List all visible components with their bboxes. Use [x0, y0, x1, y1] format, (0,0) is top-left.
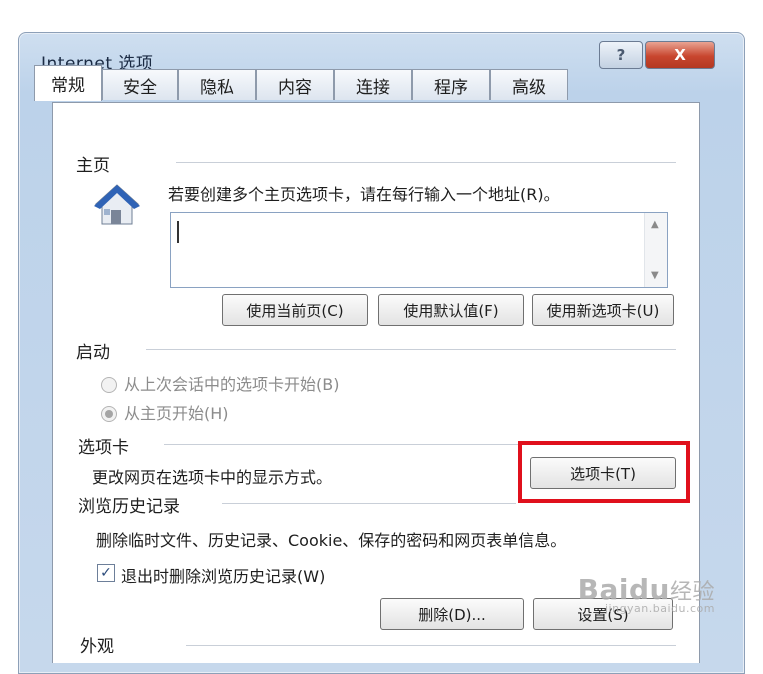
text-caret: [177, 221, 179, 243]
history-group-label: 浏览历史记录: [78, 497, 180, 517]
start-homepage-radio[interactable]: [101, 406, 117, 422]
tabs-group-label: 选项卡: [78, 438, 129, 458]
appearance-divider: [186, 645, 676, 646]
house-icon: [94, 184, 140, 225]
textarea-scrollbar[interactable]: ▲ ▼: [644, 213, 667, 287]
tab-connections[interactable]: 连接: [334, 69, 412, 100]
history-divider: [222, 503, 516, 504]
delete-on-exit-checkbox[interactable]: ✓: [97, 564, 115, 582]
tab-content[interactable]: 内容: [256, 69, 334, 100]
tab-programs[interactable]: 程序: [412, 69, 490, 100]
close-button[interactable]: X: [645, 41, 715, 69]
tab-advanced[interactable]: 高级: [490, 69, 568, 100]
baidu-watermark: Baidu经验 jingyan.baidu.com: [578, 573, 715, 615]
tab-privacy[interactable]: 隐私: [178, 69, 256, 100]
use-default-button[interactable]: 使用默认值(F): [378, 294, 524, 326]
homepage-address-input[interactable]: ▲ ▼: [170, 212, 668, 288]
delete-history-button[interactable]: 删除(D)...: [380, 598, 524, 630]
homepage-instruction: 若要创建多个主页选项卡，请在每行输入一个地址(R)。: [168, 185, 560, 204]
tab-security[interactable]: 安全: [102, 69, 178, 100]
homepage-divider: [176, 162, 676, 163]
tab-general[interactable]: 常规: [34, 65, 102, 101]
last-session-radio[interactable]: [101, 377, 117, 393]
appearance-group-label: 外观: [80, 637, 114, 657]
history-description: 删除临时文件、历史记录、Cookie、保存的密码和网页表单信息。: [96, 531, 567, 550]
help-button[interactable]: ?: [599, 41, 643, 69]
highlight-box: [518, 441, 690, 503]
scroll-down-icon[interactable]: ▼: [651, 270, 659, 281]
last-session-label: 从上次会话中的选项卡开始(B): [124, 375, 340, 394]
homepage-group-label: 主页: [76, 156, 110, 176]
tabs-description: 更改网页在选项卡中的显示方式。: [92, 468, 333, 487]
checkmark-icon: ✓: [100, 565, 112, 581]
use-new-tab-button[interactable]: 使用新选项卡(U): [532, 294, 674, 326]
scroll-up-icon[interactable]: ▲: [651, 219, 659, 230]
use-current-button[interactable]: 使用当前页(C): [222, 294, 368, 326]
startup-divider: [146, 349, 676, 350]
start-homepage-label: 从主页开始(H): [124, 404, 229, 423]
delete-on-exit-label: 退出时删除浏览历史记录(W): [121, 567, 326, 586]
startup-group-label: 启动: [76, 343, 110, 363]
